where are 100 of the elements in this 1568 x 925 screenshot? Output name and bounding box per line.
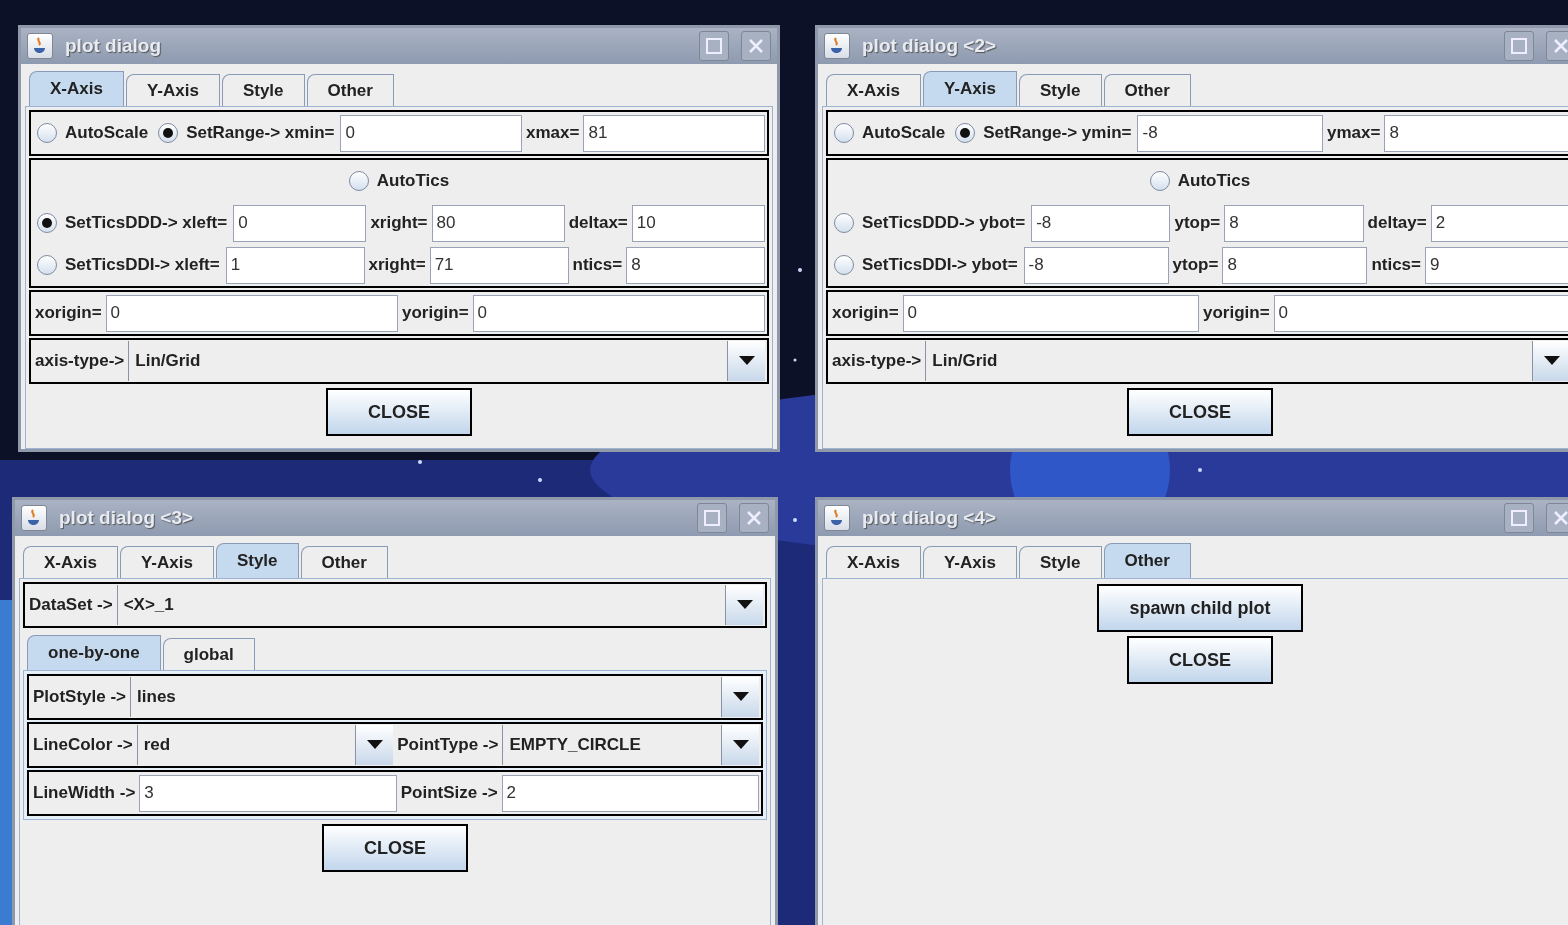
field-label: yorigin= <box>1202 302 1271 325</box>
field-label: xmax= <box>525 122 581 145</box>
input-field[interactable]: 8 <box>1224 204 1364 242</box>
radio-option[interactable]: SetTicsDDD-> ybot= <box>830 210 1030 236</box>
dropdown[interactable]: Lin/Grid <box>128 341 765 381</box>
field-label: yorigin= <box>401 302 470 325</box>
tab[interactable]: Other <box>1103 543 1191 578</box>
input-field[interactable]: 9 <box>1425 246 1568 284</box>
input-field[interactable]: 2 <box>1430 204 1568 242</box>
tab[interactable]: X-Axis <box>29 71 124 106</box>
dropdown[interactable]: red <box>136 725 394 765</box>
tab[interactable]: X-Axis <box>826 546 921 578</box>
maximize-icon[interactable] <box>1504 503 1534 533</box>
radio-option[interactable]: AutoScale <box>33 120 153 146</box>
radio-option[interactable]: AutoScale <box>830 120 950 146</box>
input-field[interactable]: 81 <box>583 114 765 152</box>
radio-icon[interactable] <box>348 171 369 191</box>
input-field[interactable]: 0 <box>340 114 523 152</box>
input-field[interactable]: 71 <box>429 246 569 284</box>
radio-option[interactable]: AutoTics <box>344 168 454 194</box>
tab[interactable]: Y-Axis <box>922 71 1017 106</box>
tab[interactable]: Other <box>1103 74 1191 106</box>
tab[interactable]: Other <box>300 546 388 578</box>
input-field[interactable]: -8 <box>1023 246 1169 284</box>
field-label: PointSize -> <box>399 782 499 805</box>
java-cup-icon <box>21 505 47 531</box>
radio-icon[interactable] <box>1149 171 1170 191</box>
field-label: PlotStyle -> <box>32 686 128 709</box>
close-icon[interactable] <box>741 31 771 61</box>
close-icon[interactable] <box>739 503 769 533</box>
input-field[interactable]: 8 <box>1384 114 1568 152</box>
button[interactable]: CLOSE <box>1127 636 1273 684</box>
maximize-icon[interactable] <box>697 503 727 533</box>
field-label: ytop= <box>1173 212 1222 235</box>
tab[interactable]: Y-Axis <box>125 74 220 106</box>
tab[interactable]: Style <box>215 543 299 578</box>
field-label: LineWidth -> <box>32 782 137 805</box>
field-label: DataSet -> <box>28 594 114 617</box>
field-label: axis-type-> <box>831 350 923 373</box>
radio-icon[interactable] <box>834 123 854 143</box>
field-label: ymax= <box>1326 122 1382 145</box>
input-field[interactable]: 3 <box>139 774 397 812</box>
radio-option[interactable]: SetRange-> xmin= <box>154 120 339 146</box>
radio-option[interactable]: AutoTics <box>1145 168 1255 194</box>
tab[interactable]: Y-Axis <box>922 546 1017 578</box>
input-field[interactable]: 80 <box>431 204 565 242</box>
button[interactable]: CLOSE <box>1127 388 1273 436</box>
dropdown[interactable]: EMPTY_CIRCLE <box>502 725 759 765</box>
radio-icon[interactable] <box>834 213 854 233</box>
radio-icon[interactable] <box>37 213 57 233</box>
tab[interactable]: X-Axis <box>23 546 118 578</box>
input-field[interactable]: 1 <box>225 246 365 284</box>
maximize-icon[interactable] <box>699 31 729 61</box>
input-field[interactable]: 10 <box>631 204 765 242</box>
input-field[interactable]: 2 <box>501 774 759 812</box>
tab[interactable]: Style <box>221 74 305 106</box>
tab[interactable]: Style <box>1018 546 1102 578</box>
button[interactable]: spawn child plot <box>1097 584 1303 632</box>
close-icon[interactable] <box>1546 503 1568 533</box>
java-cup-icon <box>824 33 850 59</box>
tab[interactable]: X-Axis <box>826 74 921 106</box>
field-label: ntics= <box>571 254 624 277</box>
tab[interactable]: Style <box>1018 74 1102 106</box>
field-label: ytop= <box>1171 254 1220 277</box>
input-field[interactable]: 0 <box>472 294 765 332</box>
window-title: plot dialog <box>65 33 163 58</box>
input-field[interactable]: -8 <box>1031 204 1171 242</box>
radio-option[interactable]: SetRange-> ymin= <box>951 120 1136 146</box>
input-field[interactable]: 0 <box>1273 294 1568 332</box>
radio-option[interactable]: SetTicsDDI-> xleft= <box>33 252 224 278</box>
input-field[interactable]: 8 <box>1222 246 1368 284</box>
input-field[interactable]: 8 <box>626 246 765 284</box>
input-field[interactable]: 0 <box>233 204 367 242</box>
input-field[interactable]: -8 <box>1137 114 1324 152</box>
maximize-icon[interactable] <box>1504 31 1534 61</box>
radio-option[interactable]: SetTicsDDD-> xleft= <box>33 210 232 236</box>
radio-icon[interactable] <box>834 255 854 275</box>
radio-icon[interactable] <box>158 123 179 143</box>
input-field[interactable]: 0 <box>902 294 1199 332</box>
tab[interactable]: one-by-one <box>27 635 161 670</box>
close-icon[interactable] <box>1546 31 1568 61</box>
radio-icon[interactable] <box>37 123 57 143</box>
dropdown[interactable]: lines <box>130 677 759 717</box>
field-label: xright= <box>367 254 427 277</box>
tab[interactable]: Other <box>306 74 394 106</box>
input-field[interactable]: 0 <box>105 294 398 332</box>
radio-icon[interactable] <box>955 123 976 143</box>
field-label: PointType -> <box>396 734 500 757</box>
dropdown[interactable]: <X>_1 <box>116 585 763 625</box>
field-label: xorigin= <box>831 302 900 325</box>
radio-icon[interactable] <box>37 255 57 275</box>
tab[interactable]: Y-Axis <box>119 546 214 578</box>
button[interactable]: CLOSE <box>322 824 468 872</box>
window-title: plot dialog <4> <box>862 505 998 530</box>
radio-option[interactable]: SetTicsDDI-> ybot= <box>830 252 1022 278</box>
window-title: plot dialog <3> <box>59 505 195 530</box>
button[interactable]: CLOSE <box>326 388 472 436</box>
java-cup-icon <box>27 33 53 59</box>
tab[interactable]: global <box>162 638 255 670</box>
dropdown[interactable]: Lin/Grid <box>925 341 1568 381</box>
